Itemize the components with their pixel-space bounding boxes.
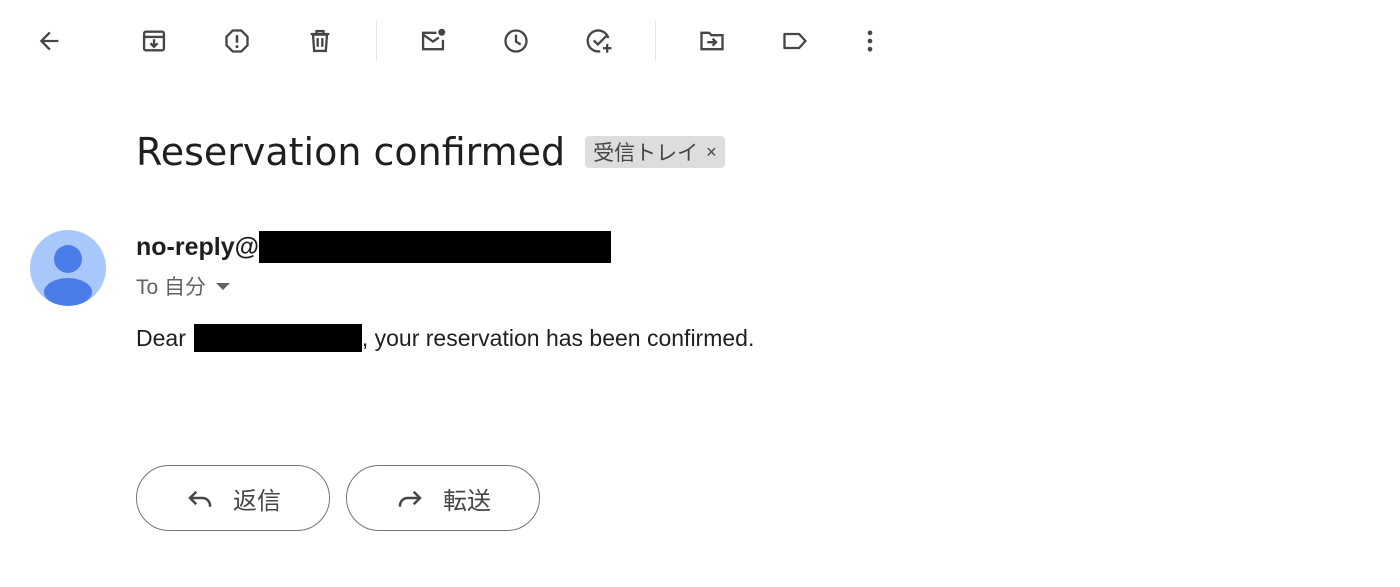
mark-unread-icon	[421, 28, 446, 51]
recipient-text: To 自分	[136, 276, 207, 299]
reply-icon	[188, 490, 212, 507]
caret-down-icon	[216, 282, 231, 290]
inbox-label-chip[interactable]: 受信トレイ ×	[585, 136, 725, 168]
reply-actions: 返信 転送	[136, 465, 556, 531]
recipient-toggle[interactable]: To 自分	[136, 270, 231, 302]
subject-row: Reservation confirmed 受信トレイ ×	[136, 124, 725, 180]
email-view: Reservation confirmed 受信トレイ × no-reply@ …	[0, 0, 1400, 587]
body-message: , your reservation has been confirmed.	[361, 324, 755, 351]
forward-icon	[398, 490, 422, 507]
sender-row: no-reply@	[136, 229, 611, 265]
toolbar-divider	[655, 21, 656, 61]
add-task-icon	[586, 29, 612, 53]
reply-label: 返信	[233, 487, 281, 515]
report-spam-button[interactable]	[217, 21, 257, 61]
label-icon	[783, 32, 807, 50]
forward-label: 転送	[443, 487, 491, 515]
avatar[interactable]	[30, 230, 106, 306]
archive-button[interactable]	[134, 21, 174, 61]
add-task-button[interactable]	[579, 21, 619, 61]
more-button[interactable]	[850, 21, 890, 61]
move-to-button[interactable]	[692, 21, 732, 61]
mark-unread-button[interactable]	[413, 21, 453, 61]
delete-button[interactable]	[300, 21, 340, 61]
clock-icon	[504, 29, 528, 53]
more-vert-icon	[867, 30, 873, 52]
label-chip-text: 受信トレイ	[593, 142, 699, 165]
snooze-button[interactable]	[496, 21, 536, 61]
reply-button[interactable]: 返信	[136, 465, 330, 531]
redaction-bar	[259, 231, 611, 263]
remove-label-icon[interactable]: ×	[706, 142, 717, 163]
toolbar-divider	[376, 21, 377, 61]
redaction-bar	[193, 324, 362, 352]
toolbar	[0, 0, 1400, 84]
email-body: Dear , your reservation has been confirm…	[136, 322, 754, 354]
trash-icon	[310, 29, 330, 53]
email-subject: Reservation confirmed	[136, 130, 566, 174]
folder-move-icon	[700, 31, 724, 51]
body-greeting: Dear	[136, 324, 186, 351]
back-button[interactable]	[29, 21, 69, 61]
label-button[interactable]	[775, 21, 815, 61]
person-icon	[44, 245, 92, 306]
archive-icon	[142, 30, 166, 52]
arrow-left-icon	[39, 31, 59, 51]
sender-address[interactable]: no-reply@	[136, 233, 259, 262]
forward-button[interactable]: 転送	[346, 465, 540, 531]
report-icon	[225, 29, 249, 53]
